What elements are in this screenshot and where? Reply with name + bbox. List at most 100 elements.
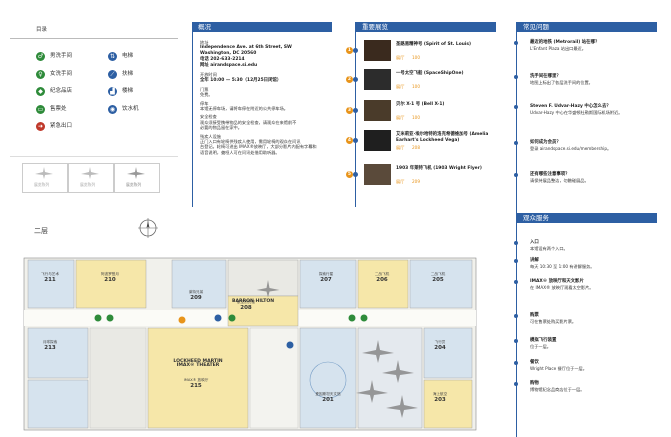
- security-line: 必要的物品留在家中。: [200, 125, 242, 131]
- highlights-header: 重要展览: [356, 22, 496, 32]
- legend-label: 女洗手间: [50, 70, 73, 77]
- gift-shop-icon: ◆: [36, 87, 45, 96]
- highlight-sub: 展厅: [396, 84, 405, 89]
- faq-question: 最近的地铁 (Metrorail) 站在哪？: [530, 40, 600, 45]
- airplane-icon: [35, 167, 53, 179]
- faq-question: 还有哪些注意事项？: [530, 172, 570, 177]
- service-bullet: [514, 339, 518, 343]
- legend-label: 楼梯: [122, 88, 134, 94]
- gallery-type-label-1: 展览陈列: [34, 182, 50, 187]
- room-label: 月球探索 213: [28, 340, 72, 351]
- highlight-number: 1: [346, 47, 353, 54]
- room-label: 飞行员 204: [418, 340, 462, 351]
- room-number: 201: [322, 397, 334, 403]
- faq-question: 如何成为会员？: [530, 140, 561, 145]
- service-text: Wright Place 餐厅位于一层。: [530, 366, 587, 371]
- room-number: 209: [190, 295, 202, 301]
- legend-divider: [10, 156, 178, 157]
- highlight-sub: 展厅: [396, 55, 405, 60]
- service-label: 模拟飞行装置: [530, 338, 557, 343]
- highlight-number: 4: [346, 137, 353, 144]
- faq-bullet: [514, 105, 518, 109]
- room-206: [357, 259, 409, 309]
- room-label: 海上航空 203: [418, 392, 462, 403]
- highlight-thumbnail: [364, 40, 391, 61]
- service-text: 在 IMAX® 放映厅观看太空影片。: [530, 285, 594, 290]
- overview-header: 概况: [192, 22, 332, 32]
- service-label: IMAX® 放映厅和天文影片: [530, 279, 584, 284]
- highlight-title: 贝尔 X-1 号 (Bell X-1): [396, 102, 445, 107]
- gallery-type-label-2: 展览陈列: [80, 182, 96, 187]
- center-label: BARRON HILTON: [232, 299, 275, 304]
- highlight-number: 3: [346, 107, 353, 114]
- highlight-room: 100: [412, 84, 420, 89]
- room-label: IMAX® 放映厅 215: [174, 378, 218, 389]
- faq-bullet: [514, 141, 518, 145]
- room-number: 208: [240, 305, 252, 311]
- room-213: [27, 327, 89, 379]
- services-header: 观众服务: [517, 213, 657, 223]
- room-label: 爱因斯坦天文馆 201: [306, 392, 350, 403]
- highlight-sub: 展厅: [396, 115, 405, 120]
- legend-label: 纪念品店: [50, 88, 73, 94]
- highlight-title: 1903 年莱特飞机 (1903 Wright Flyer): [396, 166, 482, 171]
- room-label: 二战飞机 206: [360, 272, 404, 283]
- highlight-number: 5: [346, 171, 353, 178]
- room-number: 210: [104, 277, 116, 283]
- legend-label: 售票处: [50, 105, 67, 112]
- faq-rule: [516, 22, 517, 437]
- service-label: 购票: [530, 313, 539, 318]
- highlight-title: 圣路易精神号 (Spirit of St. Louis): [396, 42, 471, 47]
- highlight-room: 100: [412, 115, 420, 120]
- highlight-room: 100: [412, 55, 420, 60]
- room-number: 205: [432, 277, 444, 283]
- faq-bullet: [514, 41, 518, 45]
- room-label: 阿波罗登月 210: [88, 272, 132, 283]
- room-number: 203: [434, 397, 446, 403]
- floor-label: 二层: [34, 227, 48, 235]
- mens-restroom-icon: ♂: [36, 52, 45, 61]
- highlight-marker: [353, 138, 358, 143]
- highlight-marker: [353, 108, 358, 113]
- room-210: [75, 259, 147, 309]
- faq-answer: L'Enfant Plaza 站出口最近。: [530, 46, 586, 51]
- highlight-number: 2: [346, 76, 353, 83]
- room-207: [299, 259, 357, 309]
- overview-rule: [192, 22, 193, 207]
- faq-answer: 地图上标出了各层洗手间的位置。: [530, 80, 593, 85]
- faq-answer: 请保持展品整洁，勿触碰展品。: [530, 178, 589, 183]
- room-label: 飞行与艺术 211: [28, 272, 72, 283]
- room-number: 204: [434, 345, 446, 351]
- service-text: 本馆设有两个入口。: [530, 246, 568, 251]
- highlight-thumbnail: [364, 69, 391, 90]
- hours-line: 全年 10:00 — 5:30（12月25日闭馆）: [200, 77, 282, 83]
- compass-icon: [138, 218, 158, 238]
- room-number: 215: [190, 383, 202, 389]
- service-text: 每天 10:30 至 1:00 有讲解服务。: [530, 264, 595, 269]
- faq-bullet: [514, 75, 518, 79]
- room-label: 二战飞机 205: [416, 272, 460, 283]
- highlight-thumbnail: [364, 164, 391, 185]
- highlight-marker: [353, 77, 358, 82]
- womens-restroom-icon: ♀: [36, 69, 45, 79]
- legend-label: 电梯: [122, 53, 134, 59]
- faq-answer: Udvar-Hazy 中心在华盛顿杜勒斯国际机场附近。: [530, 110, 623, 115]
- address-line: 网址 airandspace.si.edu: [200, 63, 258, 69]
- service-text: 位于一层。: [530, 344, 551, 349]
- service-bullet: [514, 280, 518, 284]
- faq-header: 常见问题: [517, 22, 657, 32]
- legend-label: 男洗手间: [50, 53, 73, 59]
- service-bullet: [514, 314, 518, 318]
- service-bullet: [514, 361, 518, 365]
- airplane-icon: [127, 167, 145, 179]
- room-label: 莱特兄弟 209: [174, 290, 218, 301]
- highlight-sub: 展厅: [396, 145, 405, 150]
- room-number: 207: [320, 277, 332, 283]
- escalator-icon: ⟋: [108, 69, 117, 79]
- highlight-sub: 展厅: [396, 179, 405, 184]
- highlight-title: 一号太空飞船 (SpaceShipOne): [396, 71, 464, 76]
- highlight-marker: [353, 48, 358, 53]
- emergency-exit-icon: ➜: [36, 122, 45, 131]
- room-201: [299, 327, 357, 429]
- faq-bullet: [514, 173, 518, 177]
